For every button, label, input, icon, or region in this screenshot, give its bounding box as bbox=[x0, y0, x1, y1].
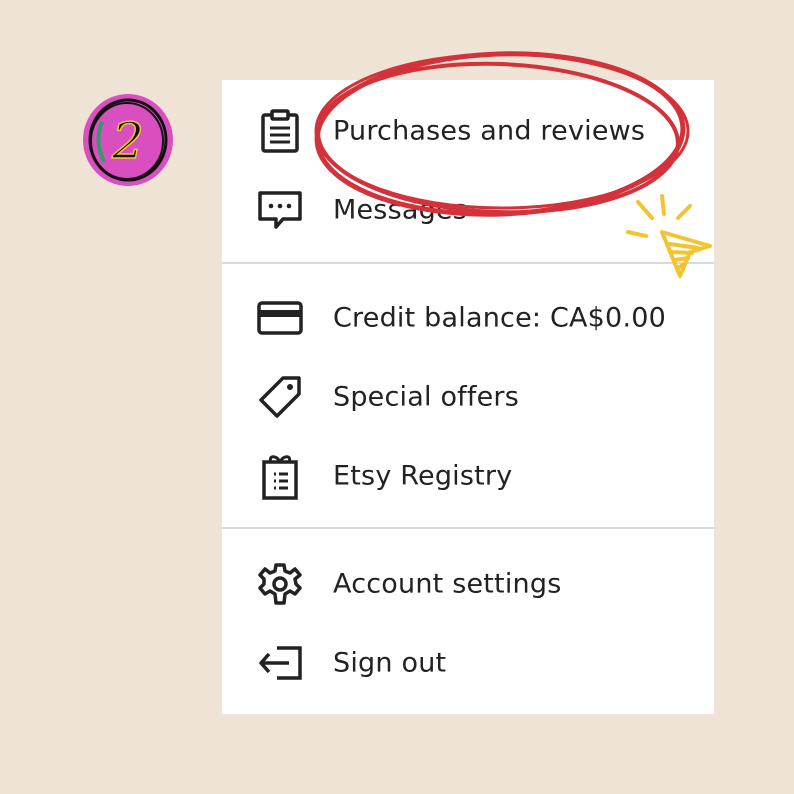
gear-icon bbox=[256, 560, 304, 608]
menu-divider bbox=[222, 262, 714, 264]
menu-item-label: Etsy Registry bbox=[333, 460, 513, 492]
menu-item-label: Credit balance: CA$0.00 bbox=[333, 302, 666, 334]
clipboard-icon bbox=[256, 107, 304, 155]
menu-item-messages[interactable]: Messages bbox=[222, 175, 714, 245]
sign-out-icon bbox=[256, 639, 304, 687]
menu-item-etsy-registry[interactable]: Etsy Registry bbox=[222, 441, 714, 511]
menu-item-label: Messages bbox=[333, 194, 468, 226]
message-icon bbox=[256, 186, 304, 234]
tag-icon bbox=[256, 373, 304, 421]
menu-item-account-settings[interactable]: Account settings bbox=[222, 549, 714, 619]
menu-item-sign-out[interactable]: Sign out bbox=[222, 628, 714, 698]
menu-divider bbox=[222, 527, 714, 529]
menu-item-label: Sign out bbox=[333, 647, 447, 679]
menu-item-credit-balance[interactable]: Credit balance: CA$0.00 bbox=[222, 283, 714, 353]
menu-item-special-offers[interactable]: Special offers bbox=[222, 362, 714, 432]
account-dropdown-menu: Purchases and reviews Messages Credit ba… bbox=[222, 80, 714, 714]
menu-item-label: Purchases and reviews bbox=[333, 115, 646, 147]
step-number-badge: 2 bbox=[83, 94, 173, 186]
credit-card-icon bbox=[256, 294, 304, 342]
menu-item-label: Special offers bbox=[333, 381, 519, 413]
gift-list-icon bbox=[256, 452, 304, 500]
menu-item-purchases-and-reviews[interactable]: Purchases and reviews bbox=[222, 96, 714, 166]
menu-item-label: Account settings bbox=[333, 568, 562, 600]
step-number: 2 bbox=[111, 112, 144, 170]
